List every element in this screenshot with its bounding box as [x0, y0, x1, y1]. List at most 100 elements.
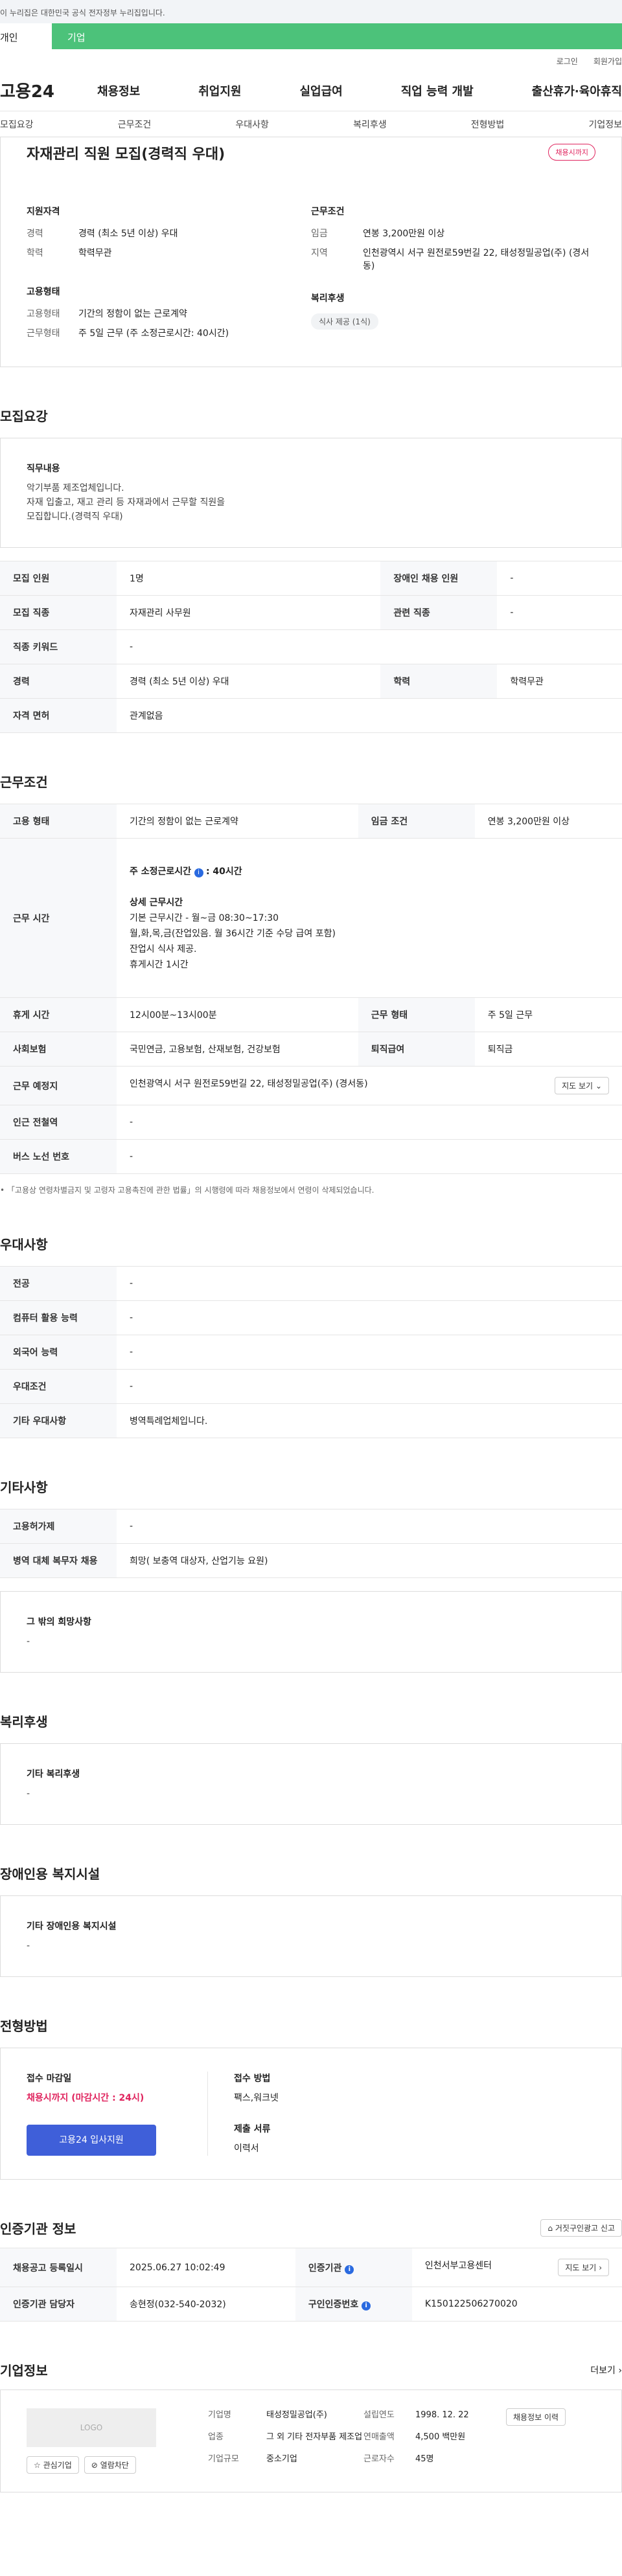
subnav-company[interactable]: 기업정보	[588, 118, 622, 131]
cond-heading: 근무조건	[311, 207, 345, 217]
company-logo: LOGO	[27, 2408, 156, 2447]
gnb-item-parental-leave[interactable]: 출산휴가·육아휴직	[532, 82, 622, 99]
table-key: 구인인증번호 i	[295, 2287, 412, 2322]
table-row: 인증기관 담당자 송현정(032-540-2032) 구인인증번호 i K150…	[0, 2287, 622, 2322]
apply-button[interactable]: 고용24 입사지원	[27, 2125, 156, 2156]
welfare-tag: 식사 제공 (1식)	[311, 313, 378, 330]
table-value: -	[117, 1266, 622, 1301]
cond-key: 지역	[311, 248, 328, 258]
table-value: 1명	[117, 561, 381, 596]
report-button[interactable]: ⌂ 거짓구인광고 신고	[540, 2219, 622, 2237]
table-key: 인증기관 i	[295, 2248, 412, 2287]
info-icon[interactable]: i	[194, 868, 203, 877]
deadline-badge: 채용시까지	[548, 144, 595, 161]
info-icon[interactable]: i	[345, 2265, 354, 2274]
table-row: 휴게 시간 12시00분~13시00분 근무 형태 주 5일 근무	[0, 997, 622, 1032]
qual-heading: 지원자격	[27, 207, 60, 217]
deadline-heading: 접수 마감일	[27, 2073, 72, 2084]
company-field-key: 업종	[208, 2432, 224, 2442]
table-row: 고용허가제 -	[0, 1509, 622, 1544]
agency-map-label: 지도 보기	[565, 2263, 597, 2272]
table-key: 직종 키워드	[0, 629, 117, 664]
table-key: 고용허가제	[0, 1509, 117, 1544]
table-key: 외국어 능력	[0, 1335, 117, 1370]
block-button[interactable]: ⊘ 열람차단	[84, 2456, 136, 2474]
subnav-welfare[interactable]: 복리후생	[353, 118, 387, 131]
home-icon: ⌂	[547, 2224, 553, 2233]
pref-section-title: 우대사항	[0, 1237, 48, 1252]
subnav-work[interactable]: 근무조건	[118, 118, 152, 131]
chevron-right-icon: ›	[599, 2263, 602, 2272]
time-main-label: 주 소정근로시간	[130, 866, 192, 877]
table-value: -	[117, 1300, 622, 1335]
gnb-item-support[interactable]: 취업지원	[198, 82, 241, 99]
table-value: 기간의 정함이 없는 근로계약	[117, 804, 358, 839]
site-logo[interactable]: 고용24	[0, 78, 97, 102]
hiring-history-button[interactable]: 채용정보 이력	[506, 2408, 566, 2426]
table-value: 학력무관	[497, 664, 622, 699]
map-button[interactable]: 지도 보기 ⌄	[555, 1077, 609, 1094]
company-field-key: 기업명	[208, 2410, 231, 2420]
recruit-table: 모집 인원 1명 장애인 채용 인원 - 모집 직종 자재관리 사무원 관련 직…	[0, 561, 622, 733]
table-value: -	[117, 1105, 622, 1140]
more-link[interactable]: 더보기 ›	[590, 2364, 622, 2377]
table-key: 퇴직급여	[358, 1032, 475, 1067]
login-link[interactable]: 로그인	[557, 56, 578, 70]
join-link[interactable]: 회원가입	[593, 56, 622, 70]
apply-right: 접수 방법 팩스,워크넷 제출 서류 이력서	[208, 2072, 279, 2156]
gnb-item-jobs[interactable]: 채용정보	[97, 82, 140, 99]
company-field-value: 4,500 백만원	[415, 2432, 466, 2442]
etc-table: 고용허가제 - 병역 대체 복무자 채용 희망( 보충역 대상자, 산업기능 요원)	[0, 1509, 622, 1578]
tab-personal[interactable]: 개인	[0, 23, 52, 49]
table-row: 인근 전철역 -	[0, 1105, 622, 1140]
table-key: 근무 시간	[0, 838, 117, 998]
method-heading: 접수 방법	[234, 2073, 271, 2084]
subnav-apply[interactable]: 전형방법	[471, 118, 505, 131]
table-row: 모집 인원 1명 장애인 채용 인원 -	[0, 561, 622, 596]
table-key: 휴게 시간	[0, 997, 117, 1032]
tab-company[interactable]: 기업	[52, 23, 622, 49]
welfare-section-title: 복리후생	[0, 1714, 48, 1730]
table-value: 퇴직금	[474, 1032, 622, 1067]
gnb-item-unemployment[interactable]: 실업급여	[300, 82, 343, 99]
welfare-box-text: -	[27, 1789, 30, 1799]
company-field-value: 그 외 기타 전자부품 제조업	[266, 2432, 363, 2442]
hope-box: 그 밖의 희망사항 -	[0, 1591, 622, 1673]
gnb-item-training[interactable]: 직업 능력 개발	[401, 82, 474, 99]
table-key: 장애인 채용 인원	[380, 561, 498, 596]
company-field-key: 근로자수	[363, 2454, 395, 2464]
pref-table: 전공 - 컴퓨터 활용 능력 - 외국어 능력 - 우대조건 - 기타 우대사항 병역특례…	[0, 1266, 622, 1438]
table-key: 모집 직종	[0, 595, 117, 630]
table-key: 사회보험	[0, 1032, 117, 1067]
emp-heading: 고용형태	[27, 287, 60, 297]
summary-right: 근무조건 임금 연봉 3,200만원 이상 지역 인천광역시 서구 원전로59번길 …	[311, 205, 595, 346]
qual-value: 경력 (최소 5년 이상) 우대	[78, 229, 178, 239]
fav-label: 관심기업	[43, 2461, 72, 2470]
table-key: 근무 예정지	[0, 1066, 117, 1105]
table-value: 연봉 3,200만원 이상	[474, 804, 622, 839]
agency-table: 채용공고 등록일시 2025.06.27 10:02:49 인증기관 i 인천서…	[0, 2248, 622, 2322]
info-icon[interactable]: i	[362, 2301, 371, 2310]
apply-left: 접수 마감일 채용시까지 (마감시간 : 24시) 고용24 입사지원	[27, 2072, 208, 2156]
work-section-title: 근무조건	[0, 774, 48, 790]
subnav-pref[interactable]: 우대사항	[235, 118, 269, 131]
report-button-label: 거짓구인광고 신고	[555, 2224, 615, 2233]
welfare-box: 기타 복리후생 -	[0, 1743, 622, 1825]
agency-key-label: 인증기관	[308, 2263, 342, 2274]
cond-value: 연봉 3,200만원 이상	[363, 229, 445, 239]
welfare-heading: 복리후생	[311, 293, 345, 304]
fav-company-button[interactable]: ☆ 관심기업	[27, 2456, 79, 2474]
duty-text: 악기부품 제조업체입니다. 자재 입출고, 재고 관리 등 자재과에서 근무할 …	[27, 483, 225, 522]
gov-notice-bar: 이 누리집은 대한민국 공식 전자정부 누리집입니다.	[0, 0, 622, 23]
company-info-col: 채용정보 이력	[506, 2408, 566, 2474]
disabled-box-heading: 기타 장애인용 복지시설	[27, 1921, 117, 1932]
table-row: 기타 우대사항 병역특례업체입니다.	[0, 1403, 622, 1438]
recruit-section-title: 모집요강	[0, 409, 48, 424]
chevron-down-icon: ⌄	[595, 1081, 602, 1090]
table-key: 고용 형태	[0, 804, 117, 839]
subnav-recruit[interactable]: 모집요강	[0, 118, 34, 131]
table-value: 희망( 보충역 대상자, 산업기능 요원)	[117, 1543, 622, 1578]
method-value: 팩스,워크넷	[234, 2093, 279, 2103]
agency-map-button[interactable]: 지도 보기 ›	[558, 2259, 609, 2276]
docs-heading: 제출 서류	[234, 2124, 271, 2134]
